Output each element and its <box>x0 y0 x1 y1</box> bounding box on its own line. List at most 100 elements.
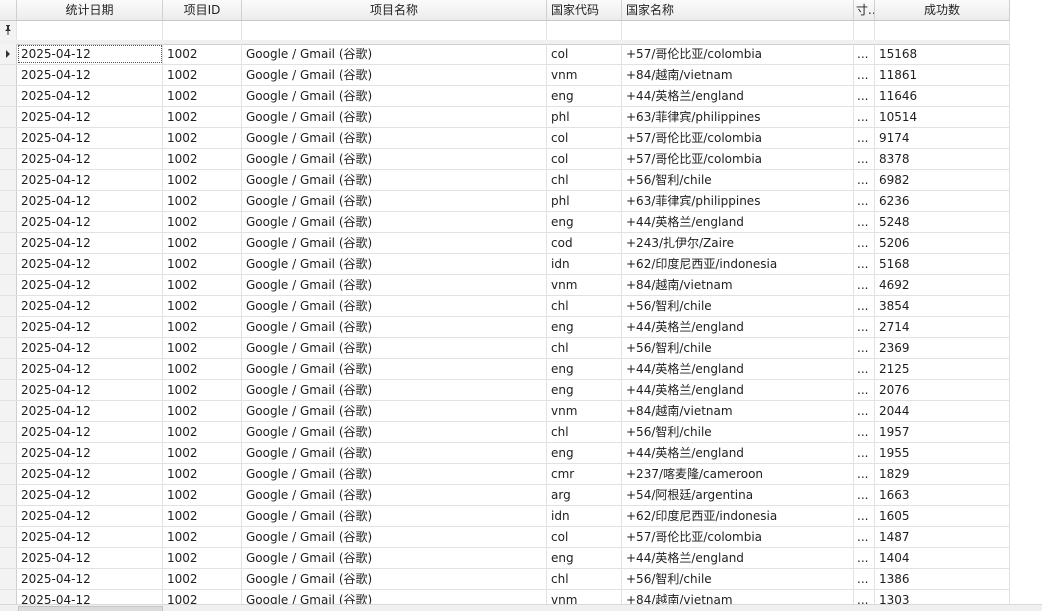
table-row[interactable]: 2025-04-12 1002 Google / Gmail (谷歌) chl +56/… <box>0 569 1010 590</box>
cell-project-name[interactable]: Google / Gmail (谷歌) <box>242 506 547 526</box>
cell-project-id[interactable]: 1002 <box>163 443 242 463</box>
cell-date[interactable]: 2025-04-12 <box>17 170 163 190</box>
cell-country-code[interactable]: col <box>547 128 622 148</box>
cell-country-name[interactable]: +62/印度尼西亚/indonesia <box>622 506 854 526</box>
cell-success-count[interactable]: 2076 <box>875 380 1010 400</box>
table-row[interactable]: 2025-04-12 1002 Google / Gmail (谷歌) eng +44/… <box>0 443 1010 464</box>
cell-country-name[interactable]: +56/智利/chile <box>622 170 854 190</box>
cell-project-name[interactable]: Google / Gmail (谷歌) <box>242 212 547 232</box>
table-row[interactable]: 2025-04-12 1002 Google / Gmail (谷歌) eng +44/… <box>0 380 1010 401</box>
table-row[interactable]: 2025-04-12 1002 Google / Gmail (谷歌) idn +62/… <box>0 254 1010 275</box>
header-date[interactable]: 统计日期 <box>17 0 163 20</box>
cell-project-id[interactable]: 1002 <box>163 296 242 316</box>
cell-date[interactable]: 2025-04-12 <box>17 86 163 106</box>
table-row[interactable]: 2025-04-12 1002 Google / Gmail (谷歌) chl +56/… <box>0 170 1010 191</box>
table-row[interactable]: 2025-04-12 1002 Google / Gmail (谷歌) eng +44/… <box>0 212 1010 233</box>
cell-country-name[interactable]: +57/哥伦比亚/colombia <box>622 149 854 169</box>
cell-success-count[interactable]: 2369 <box>875 338 1010 358</box>
cell-date[interactable]: 2025-04-12 <box>17 296 163 316</box>
cell-country-name[interactable]: +56/智利/chile <box>622 338 854 358</box>
cell-success-count[interactable]: 1955 <box>875 443 1010 463</box>
header-truncated[interactable]: 寸.. <box>854 0 875 20</box>
cell-country-code[interactable]: idn <box>547 254 622 274</box>
cell-success-count[interactable]: 11861 <box>875 65 1010 85</box>
row-indicator[interactable] <box>0 149 17 169</box>
cell-project-name[interactable]: Google / Gmail (谷歌) <box>242 401 547 421</box>
cell-project-id[interactable]: 1002 <box>163 485 242 505</box>
cell-project-id[interactable]: 1002 <box>163 191 242 211</box>
cell-project-name[interactable]: Google / Gmail (谷歌) <box>242 485 547 505</box>
cell-success-count[interactable]: 15168 <box>875 44 1010 64</box>
row-indicator[interactable] <box>0 107 17 127</box>
cell-truncated[interactable]: ... <box>854 380 875 400</box>
cell-country-code[interactable]: vnm <box>547 401 622 421</box>
filter-truncated[interactable] <box>854 21 875 40</box>
cell-success-count[interactable]: 8378 <box>875 149 1010 169</box>
cell-date[interactable]: 2025-04-12 <box>17 422 163 442</box>
cell-country-code[interactable]: eng <box>547 212 622 232</box>
cell-date[interactable]: 2025-04-12 <box>17 401 163 421</box>
cell-country-code[interactable]: col <box>547 44 622 64</box>
cell-country-code[interactable]: chl <box>547 338 622 358</box>
cell-success-count[interactable]: 5248 <box>875 212 1010 232</box>
cell-date[interactable]: 2025-04-12 <box>17 569 163 589</box>
cell-truncated[interactable]: ... <box>854 191 875 211</box>
cell-project-name[interactable]: Google / Gmail (谷歌) <box>242 107 547 127</box>
cell-project-id[interactable]: 1002 <box>163 401 242 421</box>
table-row[interactable]: 2025-04-12 1002 Google / Gmail (谷歌) vnm +84/… <box>0 65 1010 86</box>
cell-country-name[interactable]: +44/英格兰/england <box>622 548 854 568</box>
cell-project-id[interactable]: 1002 <box>163 107 242 127</box>
cell-date[interactable]: 2025-04-12 <box>17 254 163 274</box>
cell-country-name[interactable]: +84/越南/vietnam <box>622 275 854 295</box>
table-row[interactable]: 2025-04-12 1002 Google / Gmail (谷歌) phl +63/… <box>0 191 1010 212</box>
cell-success-count[interactable]: 2044 <box>875 401 1010 421</box>
cell-project-id[interactable]: 1002 <box>163 44 242 64</box>
row-indicator[interactable] <box>0 296 17 316</box>
cell-success-count[interactable]: 5206 <box>875 233 1010 253</box>
cell-truncated[interactable]: ... <box>854 65 875 85</box>
cell-project-id[interactable]: 1002 <box>163 422 242 442</box>
row-indicator[interactable] <box>0 485 17 505</box>
cell-country-name[interactable]: +57/哥伦比亚/colombia <box>622 527 854 547</box>
cell-project-name[interactable]: Google / Gmail (谷歌) <box>242 527 547 547</box>
row-indicator[interactable] <box>0 380 17 400</box>
row-indicator[interactable] <box>0 527 17 547</box>
cell-date[interactable]: 2025-04-12 <box>17 212 163 232</box>
cell-date[interactable]: 2025-04-12 <box>17 65 163 85</box>
cell-country-name[interactable]: +44/英格兰/england <box>622 443 854 463</box>
row-indicator[interactable] <box>0 275 17 295</box>
cell-country-code[interactable]: eng <box>547 443 622 463</box>
cell-country-name[interactable]: +54/阿根廷/argentina <box>622 485 854 505</box>
row-indicator[interactable] <box>0 65 17 85</box>
cell-country-code[interactable]: idn <box>547 506 622 526</box>
cell-success-count[interactable]: 11646 <box>875 86 1010 106</box>
cell-success-count[interactable]: 9174 <box>875 128 1010 148</box>
cell-country-code[interactable]: col <box>547 527 622 547</box>
cell-country-name[interactable]: +63/菲律宾/philippines <box>622 107 854 127</box>
cell-country-name[interactable]: +243/扎伊尔/Zaire <box>622 233 854 253</box>
table-row[interactable]: 2025-04-12 1002 Google / Gmail (谷歌) eng +44/… <box>0 548 1010 569</box>
cell-project-id[interactable]: 1002 <box>163 380 242 400</box>
cell-country-name[interactable]: +44/英格兰/england <box>622 380 854 400</box>
cell-country-name[interactable]: +44/英格兰/england <box>622 86 854 106</box>
cell-date[interactable]: 2025-04-12 <box>17 359 163 379</box>
cell-project-id[interactable]: 1002 <box>163 128 242 148</box>
table-row[interactable]: 2025-04-12 1002 Google / Gmail (谷歌) phl +63/… <box>0 107 1010 128</box>
table-row[interactable]: 2025-04-12 1002 Google / Gmail (谷歌) col +57/… <box>0 44 1010 65</box>
row-indicator[interactable] <box>0 422 17 442</box>
cell-success-count[interactable]: 2125 <box>875 359 1010 379</box>
cell-date[interactable]: 2025-04-12 <box>17 233 163 253</box>
cell-truncated[interactable]: ... <box>854 296 875 316</box>
cell-project-name[interactable]: Google / Gmail (谷歌) <box>242 275 547 295</box>
table-row[interactable]: 2025-04-12 1002 Google / Gmail (谷歌) vnm +84/… <box>0 401 1010 422</box>
row-indicator[interactable] <box>0 548 17 568</box>
filter-success-count[interactable] <box>875 21 1010 40</box>
table-row[interactable]: 2025-04-12 1002 Google / Gmail (谷歌) eng +44/… <box>0 317 1010 338</box>
cell-truncated[interactable]: ... <box>854 86 875 106</box>
cell-date[interactable]: 2025-04-12 <box>17 191 163 211</box>
filter-country-name[interactable] <box>622 21 854 40</box>
cell-truncated[interactable]: ... <box>854 506 875 526</box>
cell-country-code[interactable]: phl <box>547 191 622 211</box>
cell-truncated[interactable]: ... <box>854 422 875 442</box>
row-indicator[interactable] <box>0 128 17 148</box>
